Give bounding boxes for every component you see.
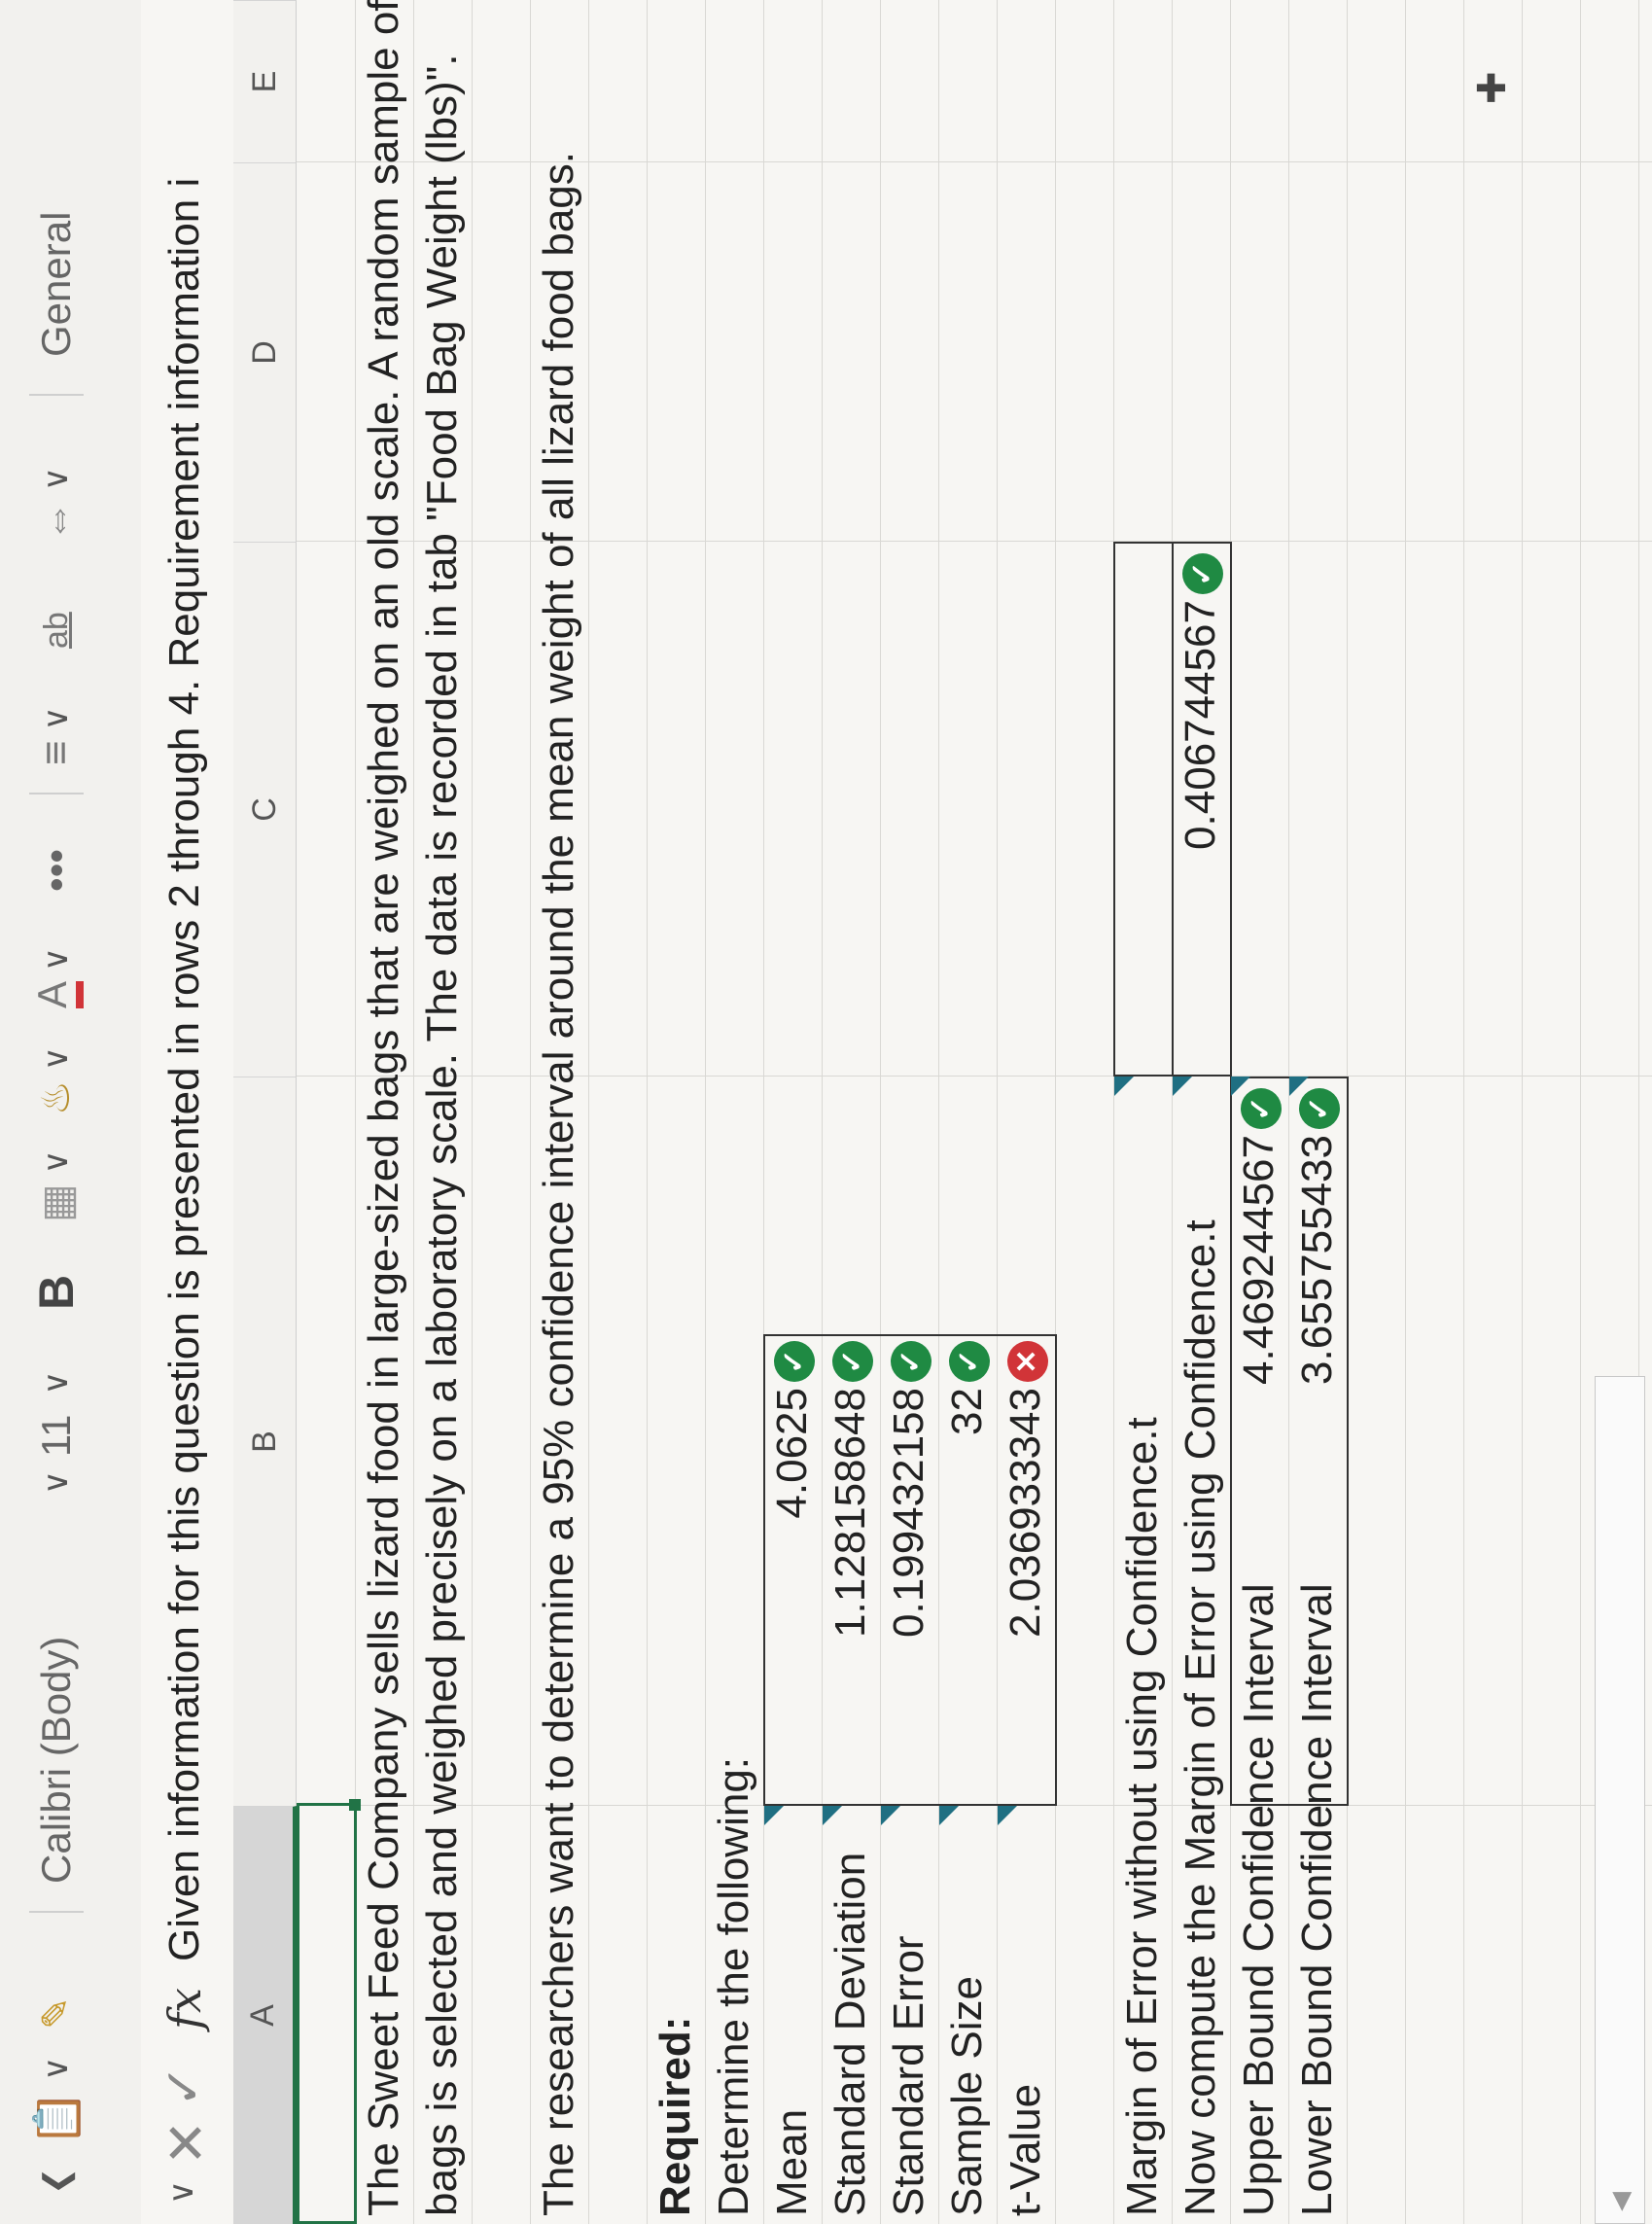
column-label: C [245,797,283,822]
font-color-button[interactable]: A ∨ [27,947,86,1008]
column-label: A [244,2004,281,2027]
column-header-a[interactable]: A [233,1806,297,2224]
lower-bound-value[interactable]: 3.655755433 [1288,1135,1347,1796]
comment-indicator [881,1806,900,1825]
fill-bucket-icon: ♨ [35,1080,78,1115]
font-size-dropdown[interactable]: ∨ 11 ∨ [27,1371,86,1504]
wrap-text-label: ab [37,612,75,649]
column-header-e[interactable]: E [233,0,297,162]
enter-icon[interactable]: ✓ [155,2065,213,2107]
cancel-icon[interactable]: ✕ [155,2120,219,2166]
more-options-label: ••• [33,848,79,892]
formula-input[interactable]: Given information for this question is p… [160,178,209,1961]
check-icon: ✓ [822,1341,880,1386]
cell-grid[interactable]: The Sweet Feed Company sells lizard food… [297,0,1652,2224]
mean-label[interactable]: Mean [763,2109,822,2216]
column-header-b[interactable]: B [233,1077,297,1806]
sample-size-value[interactable]: 32 [938,1388,997,1796]
paintbrush-icon: ✎ [35,1996,78,2030]
moe-no-conf-input-box[interactable] [1113,542,1174,1077]
required-heading[interactable]: Required: [647,2017,705,2216]
align-icon: ≡ [32,740,80,765]
check-icon: ✓ [1172,553,1230,598]
column-label: E [245,70,283,93]
number-format-value: General [33,211,79,357]
name-box-chevron-icon[interactable]: ∨ [162,2180,201,2205]
std-dev-label[interactable]: Standard Deviation [822,1853,880,2216]
bold-label: B [29,1274,84,1310]
merge-icon: ⇔ [33,501,79,542]
fill-color-button[interactable]: ♨ ∨ [27,1046,86,1115]
comment-indicator [1114,1077,1134,1096]
scroll-left-icon[interactable]: ◀ [1605,2192,1635,2211]
intro-text-line2[interactable]: bags is selected and weighed precisely o… [413,53,472,2216]
check-icon: ✓ [880,1341,938,1386]
format-painter-button[interactable]: ✎ [27,1996,86,2030]
paste-button[interactable]: 📋 ∨ [27,2057,86,2146]
selected-cell-a1[interactable] [297,1803,357,2224]
mean-value[interactable]: 4.0625 [763,1388,822,1796]
goal-text[interactable]: The researchers want to determine a 95% … [530,152,588,2216]
borders-icon: ▦ [33,1183,80,1222]
excel-window: ❮ 📋 ∨ ✎ Calibri (Body) ∨ 11 ∨ B ▦ ∨ ♨ ∨ A ∨ … [0,0,1652,2224]
t-value-label[interactable]: t-Value [997,2084,1055,2216]
comment-indicator [823,1806,842,1825]
font-name-dropdown[interactable]: Calibri (Body) [27,1637,86,1884]
std-dev-value[interactable]: 1.128158648 [822,1388,880,1796]
moe-no-conf-label[interactable]: Margin of Error without using Confidence… [1113,1417,1172,2216]
moe-conf-label[interactable]: Now compute the Margin of Error using Co… [1172,1219,1230,2216]
insert-function-icon[interactable]: fx [158,1988,211,2030]
chevron-down-icon: ∨ [38,1470,75,1495]
comment-indicator [939,1806,959,1825]
ribbon-toolbar: ❮ 📋 ∨ ✎ Calibri (Body) ∨ 11 ∨ B ▦ ∨ ♨ ∨ A ∨ … [0,0,141,2224]
check-icon: ✓ [1230,1088,1288,1133]
column-label: B [245,1430,283,1453]
column-label: D [245,340,283,365]
cursor-plus-icon: ✚ [1471,71,1514,104]
sample-size-label[interactable]: Sample Size [938,1976,997,2216]
error-icon: ✕ [997,1341,1055,1386]
wrap-text-button[interactable]: ab [27,612,86,649]
check-icon: ✓ [763,1341,822,1386]
comment-indicator [998,1806,1017,1825]
font-size-value: 11 [33,1414,79,1458]
borders-button[interactable]: ▦ ∨ [27,1149,86,1222]
check-icon: ✓ [1288,1088,1347,1133]
column-header-d[interactable]: D [233,162,297,542]
horizontal-scrollbar[interactable]: ◀ [1595,1376,1645,2224]
formula-bar: ∨ ✕ ✓ fx Given information for this ques… [141,0,234,2224]
t-value-value[interactable]: 2.036933343 [997,1388,1055,1796]
bold-button[interactable]: B [27,1275,86,1310]
determine-text[interactable]: Determine the following: [705,1757,763,2216]
std-error-label[interactable]: Standard Error [880,1935,938,2216]
moe-conf-value[interactable]: 0.406744567 [1172,600,1230,1067]
comment-indicator [764,1806,784,1825]
font-color-label: A [29,980,84,1008]
number-format-dropdown[interactable]: General [27,212,86,357]
chevron-down-icon: ∨ [38,1370,75,1395]
clipboard-icon: 📋 [30,2090,82,2146]
font-name-value: Calibri (Body) [33,1636,79,1884]
intro-text-line1[interactable]: The Sweet Feed Company sells lizard food… [355,0,413,2216]
merge-button[interactable]: ⇔ ∨ [27,467,86,542]
std-error-value[interactable]: 0.199432158 [880,1388,938,1796]
comment-indicator [1173,1077,1192,1096]
undo-chevron[interactable]: ❮ [27,2168,86,2206]
upper-bound-value[interactable]: 4.469244567 [1230,1135,1288,1796]
align-button[interactable]: ≡ ∨ [27,706,86,765]
more-options-button[interactable]: ••• [27,849,86,892]
check-icon: ✓ [938,1341,997,1386]
column-header-c[interactable]: C [233,542,297,1077]
